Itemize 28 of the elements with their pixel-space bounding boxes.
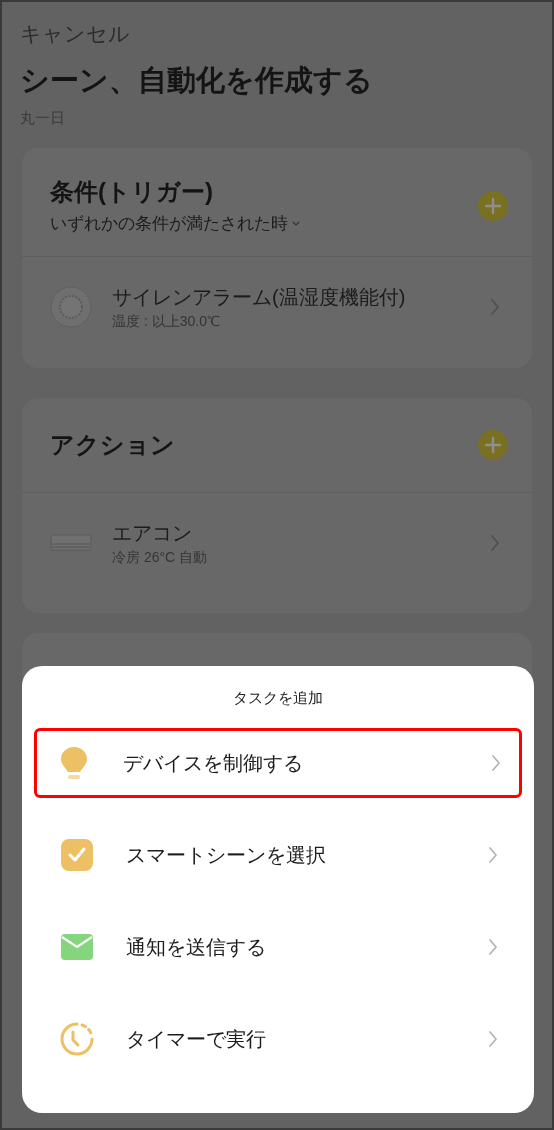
task-option[interactable]: デバイスを制御する — [34, 728, 522, 798]
chevron-icon — [488, 1030, 498, 1048]
option-label: スマートシーンを選択 — [126, 843, 327, 868]
envelope-icon — [60, 933, 94, 961]
device-name: サイレンアラーム(温湿度機能付) — [112, 285, 407, 310]
chevron-icon — [488, 938, 498, 956]
section-title: 条件(トリガー) — [50, 177, 214, 207]
add-icon[interactable] — [478, 191, 508, 221]
task-option[interactable]: タイマーで実行 — [34, 1004, 522, 1074]
device-name: エアコン — [112, 521, 193, 546]
add-icon[interactable] — [478, 430, 508, 460]
option-label: デバイスを制御する — [123, 751, 304, 776]
task-option[interactable]: スマートシーンを選択 — [34, 820, 522, 890]
chevron-icon — [490, 298, 500, 316]
siren-icon — [50, 286, 92, 328]
task-option[interactable]: 通知を送信する — [34, 912, 522, 982]
option-label: タイマーで実行 — [126, 1027, 267, 1052]
chevron-icon — [488, 846, 498, 864]
caret-icon — [292, 221, 300, 227]
chevron-icon — [490, 534, 500, 552]
light-bulb-icon — [59, 745, 89, 781]
sheet-title: タスクを追加 — [233, 688, 323, 708]
page-title: シーン、自動化を作成する — [20, 63, 374, 98]
section-title: アクション — [50, 430, 176, 460]
chevron-icon — [491, 754, 501, 772]
option-label: 通知を送信する — [126, 935, 267, 960]
clock-icon — [59, 1021, 95, 1057]
checkbox-icon — [60, 838, 94, 872]
